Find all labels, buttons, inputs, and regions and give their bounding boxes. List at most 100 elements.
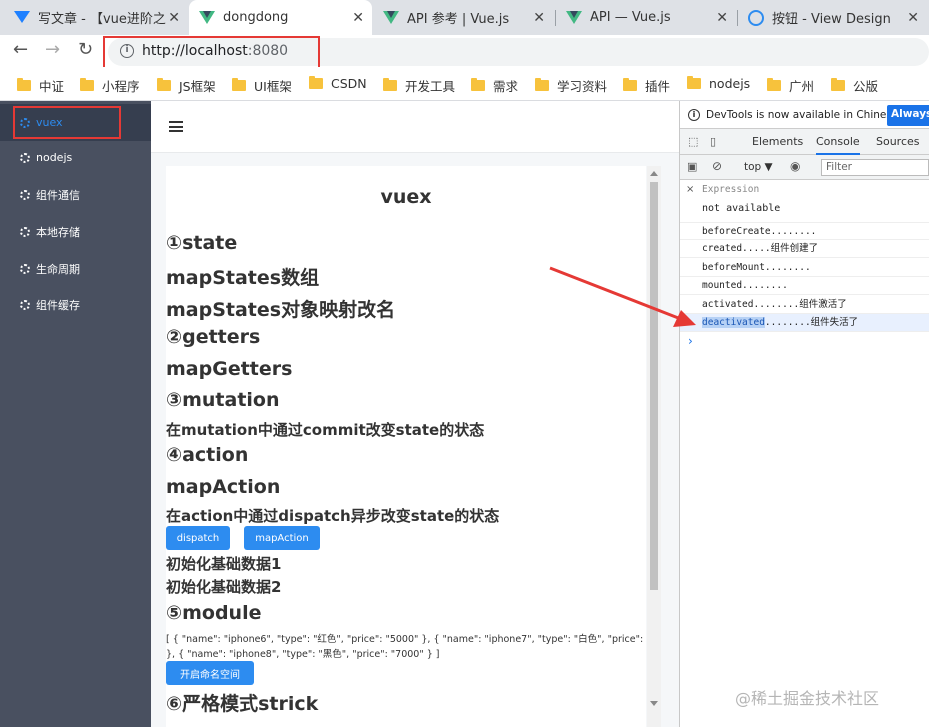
bookmark-label: 广州 xyxy=(789,79,815,94)
folder-icon xyxy=(17,78,31,91)
bookmark-folder[interactable]: 需求 xyxy=(471,76,518,95)
scrollbar-thumb[interactable] xyxy=(650,182,658,590)
back-icon[interactable]: ← xyxy=(13,39,28,60)
tab-api-vue[interactable]: API — Vue.js ✕ xyxy=(556,0,736,35)
tab-view-design[interactable]: 按钮 - View Design ✕ xyxy=(738,0,929,35)
folder-icon xyxy=(767,78,781,91)
sidebar-item-label: 组件通信 xyxy=(36,188,80,202)
close-icon[interactable]: ✕ xyxy=(168,10,180,26)
dispatch-button[interactable]: dispatch xyxy=(166,526,230,550)
namespace-button[interactable]: 开启命名空间 xyxy=(166,661,254,685)
close-icon[interactable]: ✕ xyxy=(352,10,364,26)
heading-action: ④action xyxy=(166,444,249,466)
console-log-line: beforeCreate........ xyxy=(680,222,929,240)
tab-juejin[interactable]: 写文章 - 【vue进阶之 ✕ xyxy=(4,0,188,35)
sidebar-item-label: 组件缓存 xyxy=(36,298,80,312)
vue-icon xyxy=(566,11,582,24)
bookmark-folder[interactable]: nodejs xyxy=(687,76,750,91)
tab-title: 按钮 - View Design xyxy=(772,12,891,27)
devtools-panel: i DevTools is now available in Chinese! … xyxy=(680,101,929,727)
heading-getters: ②getters xyxy=(166,326,261,348)
bookmark-folder[interactable]: CSDN xyxy=(309,76,367,91)
scroll-up-icon[interactable] xyxy=(650,171,658,176)
close-icon[interactable]: ✕ xyxy=(716,10,728,26)
sidebar-item-component-communication[interactable]: 组件通信 xyxy=(0,176,151,213)
console-filter-input[interactable]: Filter xyxy=(821,159,929,176)
bookmark-label: 中证 xyxy=(39,79,65,94)
heading-mapaction: mapAction xyxy=(166,476,281,498)
vue-icon xyxy=(383,11,399,24)
heading-mapgetters: mapGetters xyxy=(166,358,293,380)
tab-dongdong[interactable]: dongdong ✕ xyxy=(189,0,372,35)
bookmark-folder[interactable]: 学习资料 xyxy=(535,76,607,95)
page-title: vuex xyxy=(380,186,432,208)
bookmark-folder[interactable]: UI框架 xyxy=(232,76,292,95)
expression-label: Expression xyxy=(702,184,760,195)
devtools-tabs: ⬚ ▯ Elements Console Sources xyxy=(680,129,929,155)
bookmarks-bar: 中证 小程序 JS框架 UI框架 CSDN 开发工具 需求 学习资料 插件 no… xyxy=(0,67,929,101)
tab-title: API — Vue.js xyxy=(590,10,671,25)
bookmark-label: UI框架 xyxy=(254,79,292,94)
sidebar: vuex nodejs 组件通信 本地存储 生命周期 组件缓存 xyxy=(0,101,151,727)
bookmark-label: 插件 xyxy=(645,79,671,94)
reload-icon[interactable]: ↻ xyxy=(78,39,93,60)
tab-api-reference[interactable]: API 参考 | Vue.js ✕ xyxy=(373,0,553,35)
juejin-icon xyxy=(14,11,30,27)
heading-state: ①state xyxy=(166,232,238,254)
folder-icon xyxy=(157,78,171,91)
heading-mapstates-array: mapStates数组 xyxy=(166,267,320,289)
menu-icon[interactable] xyxy=(169,121,183,132)
folder-icon xyxy=(232,78,246,91)
bookmark-folder[interactable]: 广州 xyxy=(767,76,814,95)
vuex-annotation-box xyxy=(13,106,121,139)
view-design-icon xyxy=(748,9,764,26)
bookmark-folder[interactable]: 公版 xyxy=(831,76,878,95)
sidebar-item-label: nodejs xyxy=(36,151,73,164)
sidebar-item-local-storage[interactable]: 本地存储 xyxy=(0,213,151,250)
console-log-line: mounted........ xyxy=(680,277,929,295)
content-card: vuex ①state mapStates数组 mapStates对象映射改名 … xyxy=(166,166,646,727)
device-toolbar-icon[interactable]: ▯ xyxy=(710,135,716,148)
bookmark-folder[interactable]: 小程序 xyxy=(80,76,140,95)
gear-icon xyxy=(20,263,30,274)
scroll-down-icon[interactable] xyxy=(650,701,658,706)
close-icon[interactable]: × xyxy=(686,184,694,195)
bookmark-label: 需求 xyxy=(493,79,519,94)
folder-icon xyxy=(383,78,397,91)
bookmark-folder[interactable]: JS框架 xyxy=(157,76,216,95)
devtools-language-banner: i DevTools is now available in Chinese! … xyxy=(680,101,929,129)
clear-console-icon[interactable]: ⊘ xyxy=(712,159,722,173)
bookmark-folder[interactable]: 开发工具 xyxy=(383,76,455,95)
browser-tab-bar: 写文章 - 【vue进阶之 ✕ dongdong ✕ API 参考 | Vue.… xyxy=(0,0,929,35)
context-selector[interactable]: top ▼ xyxy=(744,161,773,173)
bookmark-label: nodejs xyxy=(709,76,751,91)
eye-icon[interactable]: ◉ xyxy=(790,159,800,173)
close-icon[interactable]: ✕ xyxy=(907,10,919,26)
gear-icon xyxy=(20,152,30,163)
tab-sources[interactable]: Sources xyxy=(876,135,920,148)
tab-elements[interactable]: Elements xyxy=(752,135,803,148)
sidebar-item-lifecycle[interactable]: 生命周期 xyxy=(0,250,151,287)
forward-icon[interactable]: → xyxy=(45,39,60,60)
inspect-icon[interactable]: ⬚ xyxy=(688,135,698,148)
bookmark-folder[interactable]: 中证 xyxy=(17,76,64,95)
console-prompt[interactable]: › xyxy=(688,334,693,348)
bookmark-label: CSDN xyxy=(331,76,367,91)
bookmark-label: JS框架 xyxy=(179,79,216,94)
bookmark-label: 小程序 xyxy=(102,79,140,94)
bookmark-folder[interactable]: 插件 xyxy=(623,76,670,95)
close-icon[interactable]: ✕ xyxy=(533,10,545,26)
always-match-button[interactable]: Always m xyxy=(887,105,929,126)
content-scrollbar[interactable] xyxy=(647,166,661,727)
mapaction-button[interactable]: mapAction xyxy=(244,526,320,550)
tab-title: API 参考 | Vue.js xyxy=(407,12,510,27)
sidebar-item-component-cache[interactable]: 组件缓存 xyxy=(0,286,151,323)
sidebar-item-nodejs[interactable]: nodejs xyxy=(0,139,151,176)
folder-icon xyxy=(309,76,323,89)
tab-console[interactable]: Console xyxy=(816,135,860,155)
tab-title: dongdong xyxy=(223,10,289,25)
bookmark-label: 开发工具 xyxy=(405,79,456,94)
folder-icon xyxy=(471,78,485,91)
sidebar-toggle-icon[interactable]: ▣ xyxy=(687,160,697,173)
selected-text: deactivated xyxy=(702,317,765,328)
